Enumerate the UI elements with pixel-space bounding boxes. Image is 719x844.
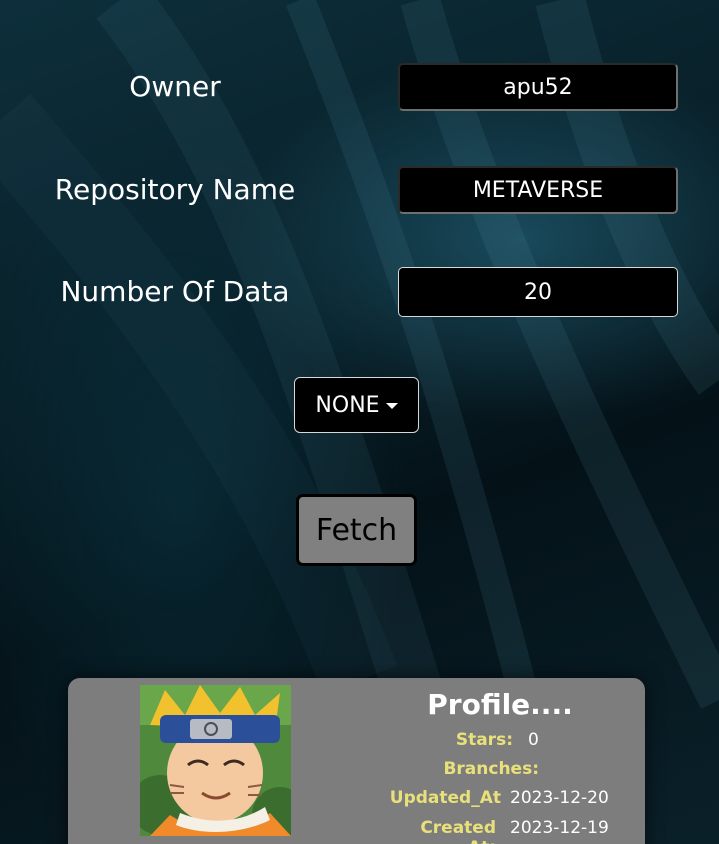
created-at-label: Created At: xyxy=(420,818,496,844)
stars-label: Stars: xyxy=(455,730,513,750)
avatar-image xyxy=(140,685,291,836)
caret-down-icon xyxy=(385,403,398,409)
created-at-value: 2023-12-19 xyxy=(510,818,609,838)
owner-input[interactable] xyxy=(398,63,678,111)
owner-label: Owner xyxy=(129,70,221,103)
repository-name-input[interactable] xyxy=(398,166,678,214)
stars-value: 0 xyxy=(528,730,539,750)
number-of-data-label: Number Of Data xyxy=(60,275,290,308)
branches-label: Branches: xyxy=(443,759,539,779)
repository-name-label: Repository Name xyxy=(54,173,296,206)
filter-dropdown[interactable]: NONE xyxy=(294,377,419,433)
profile-title: Profile.... xyxy=(427,688,573,721)
updated-at-value: 2023-12-20 xyxy=(510,788,609,808)
avatar xyxy=(140,685,291,836)
dropdown-selected-label: NONE xyxy=(315,392,380,418)
fetch-button[interactable]: Fetch xyxy=(296,494,417,566)
number-of-data-input[interactable] xyxy=(398,267,678,317)
profile-card: Profile.... Stars: 0 Branches: Updated_A… xyxy=(68,678,645,844)
updated-at-label: Updated_At xyxy=(389,788,501,808)
